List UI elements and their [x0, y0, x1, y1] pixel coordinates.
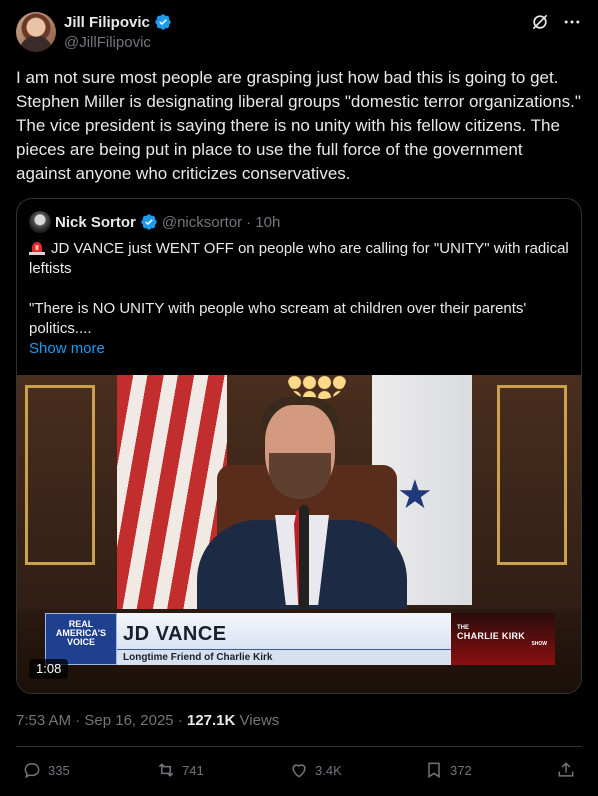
reply-button[interactable]: 335 — [22, 760, 70, 780]
post-meta: 7:53 AM · Sep 16, 2025 · 127.1K Views — [16, 712, 279, 729]
heart-icon — [292, 764, 306, 778]
author-handle[interactable]: @JillFilipovic — [64, 34, 151, 51]
wall-panel-right — [497, 385, 567, 565]
show-more-link[interactable]: Show more — [29, 340, 105, 357]
show-logo-tag: SHOW — [531, 641, 547, 647]
quoted-text-line2: "There is NO UNITY with people who screa… — [29, 300, 527, 337]
repost-button[interactable]: 741 — [156, 760, 204, 780]
meta-separator: · — [177, 712, 187, 729]
lower-third-graphic: REAL AMERICA'S VOICE JD VANCE Longtime F… — [45, 613, 555, 665]
siren-emoji-icon — [29, 242, 45, 255]
post-header: Jill Filipovic @JillFilipovic — [16, 12, 582, 56]
post-text: I am not sure most people are grasping j… — [16, 68, 581, 183]
share-button[interactable] — [556, 760, 576, 780]
network-logo-line3: VOICE — [66, 637, 95, 647]
flag-star: ★ — [397, 473, 433, 517]
lower-third-name: JD VANCE — [123, 623, 227, 645]
video-duration-badge: 1:08 — [29, 659, 69, 679]
divider — [16, 746, 582, 747]
reply-icon — [24, 762, 40, 779]
chandelier — [287, 375, 347, 399]
bookmark-icon — [428, 762, 440, 779]
share-icon — [558, 762, 574, 777]
quoted-display-name[interactable]: Nick Sortor — [55, 214, 136, 231]
post-date[interactable]: Sep 16, 2025 — [84, 712, 173, 729]
quoted-time[interactable]: · 10h — [246, 214, 280, 231]
meta-separator: · — [75, 712, 85, 729]
author-name-row: Jill Filipovic — [64, 13, 172, 31]
verified-badge-icon — [155, 14, 171, 30]
quoted-verified-badge-icon — [141, 214, 157, 230]
show-logo-big: CHARLIE KIRK — [457, 631, 526, 641]
bookmark-count: 372 — [450, 762, 472, 778]
repost-count: 741 — [182, 762, 204, 778]
quoted-line1-text: JD VANCE just WENT OFF on people who are… — [29, 240, 569, 277]
repost-icon — [158, 763, 174, 777]
quoted-handle[interactable]: @nicksortor — [162, 214, 242, 231]
header-icons — [530, 12, 582, 32]
quoted-text-line1: JD VANCE just WENT OFF on people who are… — [29, 239, 569, 279]
quoted-avatar[interactable] — [29, 211, 51, 233]
quoted-post-header: Nick Sortor @nicksortor · 10h — [29, 211, 280, 233]
network-logo: REAL AMERICA'S VOICE — [45, 613, 117, 665]
lower-third-subtitle: Longtime Friend of Charlie Kirk — [117, 649, 451, 665]
grok-icon[interactable] — [530, 12, 550, 32]
wall-panel-left — [25, 385, 95, 565]
views-count: 127.1K — [186, 712, 236, 729]
action-bar: 335 741 3.4K 372 — [16, 760, 582, 784]
like-count: 3.4K — [315, 762, 342, 778]
avatar[interactable] — [16, 12, 56, 52]
reply-count: 335 — [48, 762, 70, 778]
author-display-name[interactable]: Jill Filipovic — [64, 14, 150, 31]
show-logo: THE CHARLIE KIRK SHOW — [451, 613, 555, 665]
lower-third-main: JD VANCE Longtime Friend of Charlie Kirk — [117, 613, 451, 665]
microphone — [299, 505, 309, 610]
quoted-spacer — [29, 279, 569, 299]
quoted-post[interactable]: Nick Sortor @nicksortor · 10h JD VANCE j… — [16, 198, 582, 694]
more-icon[interactable] — [562, 12, 582, 32]
like-button[interactable]: 3.4K — [289, 760, 342, 780]
video-player[interactable]: ★ REAL AMERICA'S VOICE JD VANCE Longtime… — [17, 375, 581, 693]
quoted-text: JD VANCE just WENT OFF on people who are… — [29, 239, 569, 339]
bookmark-button[interactable]: 372 — [424, 760, 472, 780]
views-label: Views — [239, 712, 280, 729]
post-time[interactable]: 7:53 AM — [16, 712, 71, 729]
